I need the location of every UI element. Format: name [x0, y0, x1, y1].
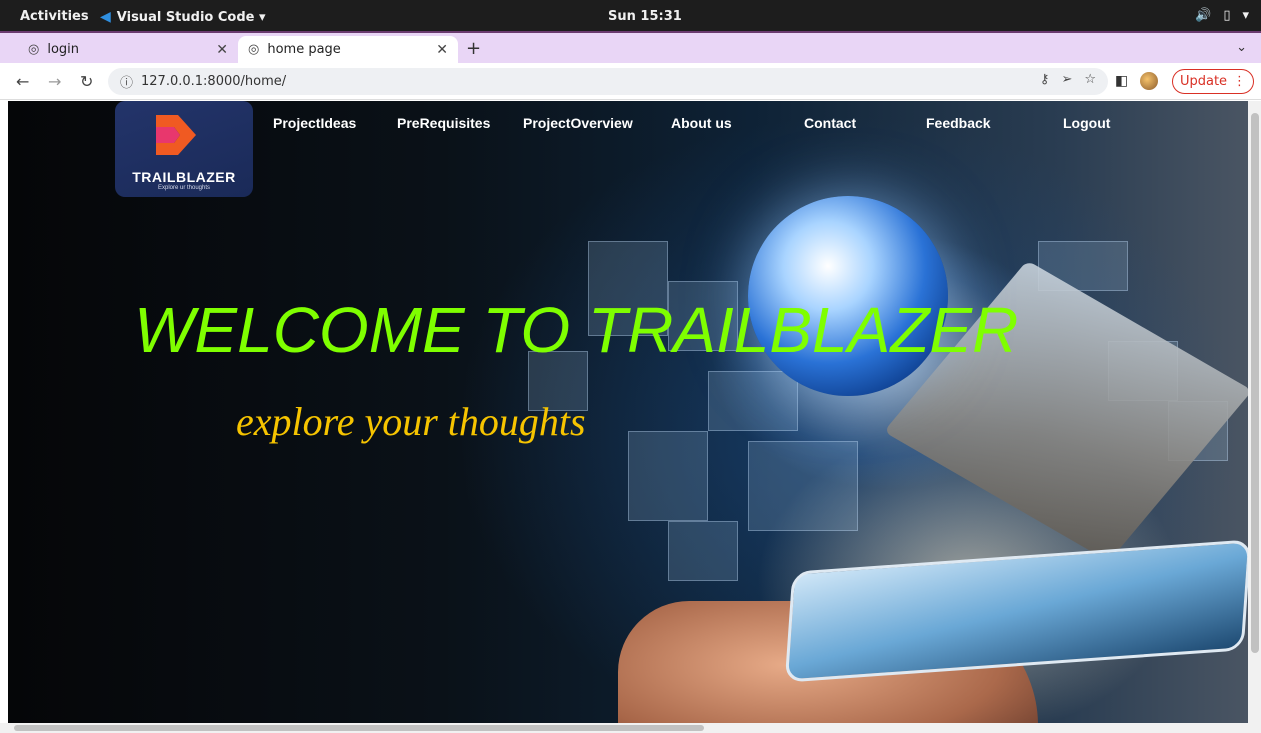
- vertical-scrollbar[interactable]: [1248, 101, 1261, 723]
- battery-icon[interactable]: ▯: [1223, 8, 1230, 23]
- chevron-down-icon[interactable]: ▾: [1242, 8, 1249, 23]
- reload-icon[interactable]: ↻: [80, 72, 93, 91]
- forward-arrow-icon[interactable]: →: [48, 72, 61, 91]
- nav-project-ideas[interactable]: ProjectIdeas: [273, 115, 356, 131]
- tab-strip: ◎ login ✕ ◎ home page ✕ + ⌄: [0, 33, 1261, 63]
- more-vert-icon: ⋮: [1233, 74, 1247, 89]
- tablet-illustration: [784, 539, 1248, 683]
- send-icon[interactable]: ➢: [1061, 72, 1072, 87]
- tab-home-page[interactable]: ◎ home page ✕: [238, 36, 458, 63]
- sidebar-icon[interactable]: ◧: [1115, 73, 1128, 89]
- back-arrow-icon[interactable]: ←: [16, 72, 29, 91]
- hero-art-panel: [628, 431, 708, 521]
- address-bar[interactable]: ⓘ 127.0.0.1:8000/home/ ⚷ ➢ ☆: [108, 68, 1108, 95]
- update-button[interactable]: Update ⋮: [1172, 69, 1254, 94]
- volume-icon[interactable]: 🔊: [1195, 8, 1211, 23]
- logo-brand: TRAILBLAZER: [132, 169, 236, 185]
- tab-title: home page: [267, 42, 341, 57]
- hero-art-panel: [668, 521, 738, 581]
- tab-search-chevron-icon[interactable]: ⌄: [1236, 40, 1247, 55]
- vertical-scroll-thumb[interactable]: [1251, 113, 1259, 653]
- page-viewport: TRAILBLAZER Explore ur thoughts ProjectI…: [8, 101, 1248, 723]
- horizontal-scrollbar[interactable]: [0, 723, 1261, 733]
- vscode-icon: ◀: [100, 9, 111, 25]
- new-tab-button[interactable]: +: [466, 38, 481, 59]
- address-bar-actions: ⚷ ➢ ☆: [1040, 72, 1108, 87]
- url-text: 127.0.0.1:8000/home/: [141, 74, 287, 89]
- nav-project-overview[interactable]: ProjectOverview: [523, 115, 633, 131]
- hero-subtitle: explore your thoughts: [236, 399, 586, 444]
- nav-prerequisites[interactable]: PreRequisites: [397, 115, 490, 131]
- logo-tagline: Explore ur thoughts: [157, 185, 211, 191]
- horizontal-scroll-thumb[interactable]: [14, 725, 704, 731]
- nav-feedback[interactable]: Feedback: [926, 115, 991, 131]
- system-tray[interactable]: 🔊 ▯ ▾: [1195, 8, 1249, 23]
- tab-title: login: [47, 42, 80, 57]
- app-menu[interactable]: ◀ Visual Studio Code ▾: [100, 9, 266, 25]
- activities-button[interactable]: Activities: [20, 9, 89, 24]
- close-icon[interactable]: ✕: [436, 42, 448, 58]
- globe-icon: ◎: [28, 42, 40, 57]
- app-name: Visual Studio Code ▾: [116, 9, 266, 25]
- hero-art-panel: [708, 371, 798, 431]
- hero-title: WELCOME TO TRAILBLAZER: [134, 294, 1019, 366]
- star-icon[interactable]: ☆: [1084, 72, 1096, 87]
- profile-avatar-icon[interactable]: [1140, 72, 1159, 90]
- close-icon[interactable]: ✕: [216, 42, 228, 58]
- tab-login[interactable]: ◎ login ✕: [18, 36, 238, 63]
- nav-about-us[interactable]: About us: [671, 115, 732, 131]
- browser-toolbar: ← → ↻ ⓘ 127.0.0.1:8000/home/ ⚷ ➢ ☆ ◧ Upd…: [0, 63, 1261, 100]
- globe-icon: ◎: [248, 42, 260, 57]
- info-icon[interactable]: ⓘ: [120, 72, 133, 91]
- update-label: Update: [1179, 74, 1228, 89]
- key-icon[interactable]: ⚷: [1040, 72, 1050, 87]
- system-top-bar: Activities ◀ Visual Studio Code ▾ Sun 15…: [0, 0, 1261, 33]
- nav-contact[interactable]: Contact: [804, 115, 856, 131]
- clock[interactable]: Sun 15:31: [608, 9, 682, 24]
- toolbar-icons: ◧: [1115, 72, 1159, 90]
- site-nav: ProjectIdeas PreRequisites ProjectOvervi…: [8, 115, 1248, 135]
- hero-art-panel: [748, 441, 858, 531]
- nav-logout[interactable]: Logout: [1063, 115, 1110, 131]
